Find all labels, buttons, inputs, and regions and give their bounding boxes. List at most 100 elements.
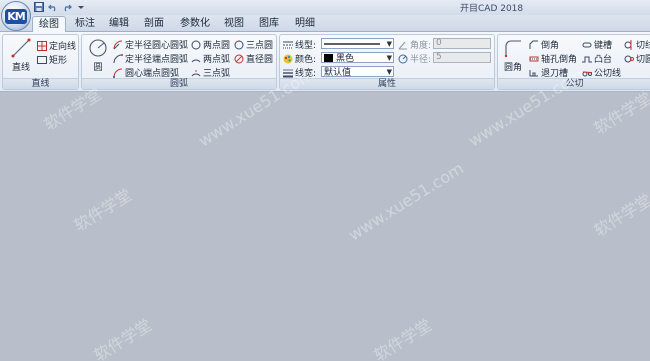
linetype-icon	[283, 40, 293, 50]
circle-label: 圆	[93, 63, 103, 73]
fixed-line-icon	[37, 40, 47, 51]
linetype-label: 线型:	[295, 41, 317, 51]
rectangle-button[interactable]: 矩形	[37, 53, 67, 66]
color-palette-icon	[283, 54, 293, 64]
fillet-icon	[504, 40, 521, 58]
shaft-hole-chamfer-icon	[529, 54, 539, 64]
keyway-label: 键槽	[594, 41, 613, 51]
solid-line-preview	[324, 42, 380, 45]
tangent-circle-icon	[624, 54, 634, 64]
watermark-text: 软件学堂	[590, 190, 650, 241]
save-icon[interactable]	[33, 2, 44, 13]
angle-input[interactable]: 0	[433, 38, 491, 49]
three-point-circle-label: 三点圆	[246, 41, 274, 51]
customize-icon[interactable]	[75, 2, 86, 13]
color-value: 黑色	[336, 54, 355, 64]
tangent-cut2-button[interactable]: 切圆	[624, 52, 650, 65]
tangent-line-icon	[582, 68, 592, 78]
color-select[interactable]: 黑色 ▼	[321, 52, 394, 64]
two-point-arc-button[interactable]: 两点弧	[191, 52, 230, 65]
ribbon-tabs: 绘图 标注 编辑 剖面 参数化 视图 图库 明细	[0, 15, 650, 32]
arc-group-label: 圆弧	[82, 78, 276, 89]
two-point-arc-label: 两点弧	[203, 55, 231, 65]
linetype-select[interactable]: ▼	[321, 38, 394, 49]
fixed-line-button[interactable]: 定向线	[37, 39, 76, 52]
fixed-line-label: 定向线	[49, 42, 77, 52]
diameter-circle-button[interactable]: 直径圆	[234, 52, 273, 65]
title-bar: 开目CAD 2018	[0, 0, 650, 15]
boss-label: 凸台	[594, 55, 613, 65]
chamfer-button[interactable]: 倒角	[529, 38, 559, 51]
tab-draw[interactable]: 绘图	[32, 16, 66, 32]
fillet-label: 圆角	[503, 63, 522, 73]
window-title: 开目CAD 2018	[460, 4, 524, 14]
arc-radius-end-button[interactable]: 定半径端点圆弧	[113, 52, 188, 65]
watermark-text: www.xue51.com	[344, 158, 467, 245]
arc-radius-end-icon	[113, 53, 123, 64]
app-menu-button[interactable]: KM	[1, 1, 31, 31]
tangent-cut1-label: 切线	[636, 41, 650, 51]
tangent-icon	[624, 39, 634, 50]
two-point-circle-button[interactable]: 两点圆	[191, 38, 230, 51]
arc-radius-end-label: 定半径端点圆弧	[125, 55, 189, 65]
two-point-circle-label: 两点圆	[203, 41, 231, 51]
tab-library[interactable]: 图库	[254, 16, 284, 32]
boss-icon	[582, 54, 592, 64]
diameter-circle-label: 直径圆	[246, 55, 274, 65]
ribbon-panel: 直线 定向线 矩形 直线 圆 定半径圆心圆弧 定半径端点圆弧 圆心端点圆弧 两点…	[0, 32, 650, 92]
color-label: 颜色:	[295, 55, 317, 65]
line-group: 直线 定向线 矩形 直线	[2, 34, 79, 90]
linewidth-select[interactable]: 默认值 ▼	[321, 66, 394, 78]
chevron-down-icon: ▼	[386, 40, 392, 48]
redo-icon[interactable]	[61, 2, 72, 13]
angle-icon	[398, 40, 408, 50]
angle-label-row: 角度:	[398, 38, 431, 51]
drawing-canvas[interactable]: 软件学堂 www.xue51.com www.xue51.com 软件学堂 软件…	[0, 64, 650, 361]
arc-radius-center-button[interactable]: 定半径圆心圆弧	[113, 38, 188, 51]
angle-label: 角度:	[410, 41, 432, 51]
tangent-cut1-button[interactable]: 切线	[624, 38, 650, 51]
watermark-text: 软件学堂	[90, 315, 155, 361]
chamfer-icon	[529, 40, 539, 50]
radius-label-row: 半径:	[398, 52, 431, 65]
three-point-arc-icon	[191, 68, 201, 78]
line-button[interactable]: 直线	[9, 38, 33, 73]
attribute-group-label: 属性	[280, 78, 494, 89]
chamfer-label: 倒角	[541, 41, 560, 51]
tab-view[interactable]: 视图	[219, 16, 249, 32]
linewidth-value: 默认值	[324, 68, 352, 78]
color-swatch	[324, 53, 333, 62]
chevron-down-icon: ▼	[386, 54, 392, 62]
rectangle-icon	[37, 55, 47, 65]
tab-dimension[interactable]: 标注	[70, 16, 100, 32]
keyway-button[interactable]: 键槽	[582, 38, 612, 51]
keyway-icon	[582, 40, 592, 50]
watermark-text: 软件学堂	[370, 315, 435, 361]
rectangle-label: 矩形	[49, 56, 68, 66]
circle-icon	[89, 39, 107, 57]
undercut-icon	[529, 68, 539, 78]
radius-label: 半径:	[410, 55, 432, 65]
linetype-label-row: 线型:	[283, 38, 316, 51]
radius-input[interactable]: 5	[433, 52, 491, 63]
line-icon	[11, 38, 31, 58]
app-logo-icon: KM	[5, 8, 27, 24]
circle-button[interactable]: 圆	[86, 38, 110, 73]
three-point-circle-icon	[234, 39, 244, 50]
tab-section[interactable]: 剖面	[139, 16, 169, 32]
radius-icon	[398, 54, 408, 64]
shaft-hole-chamfer-button[interactable]: 轴孔倒角	[529, 52, 577, 65]
color-label-row: 颜色:	[283, 52, 316, 65]
tab-parametric[interactable]: 参数化	[176, 16, 214, 32]
two-point-arc-icon	[191, 54, 201, 64]
diameter-circle-icon	[234, 54, 244, 64]
tab-edit[interactable]: 编辑	[104, 16, 134, 32]
tangent-group-label: 公切	[498, 78, 650, 89]
watermark-text: 软件学堂	[590, 88, 650, 139]
undo-icon[interactable]	[47, 2, 58, 13]
arc-center-end-icon	[113, 68, 123, 78]
tab-detail[interactable]: 明细	[290, 16, 320, 32]
three-point-circle-button[interactable]: 三点圆	[234, 38, 273, 51]
boss-button[interactable]: 凸台	[582, 52, 612, 65]
fillet-button[interactable]: 圆角	[501, 38, 525, 73]
